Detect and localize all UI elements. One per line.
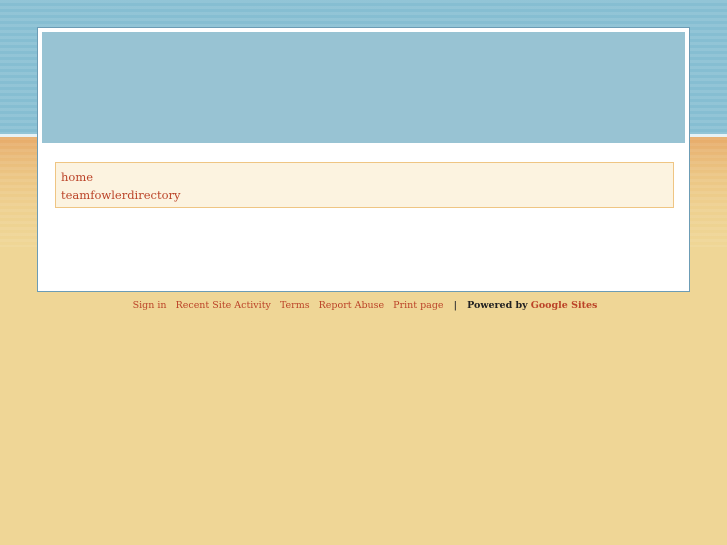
terms-link[interactable]: Terms	[280, 300, 310, 311]
nav-link-teamfowlerdirectory[interactable]: teamfowlerdirectory	[61, 186, 668, 204]
site-footer: Sign in Recent Site Activity Terms Repor…	[0, 299, 727, 313]
google-sites-link[interactable]: Google Sites	[531, 300, 598, 311]
powered-by-label: Powered by	[467, 300, 528, 311]
site-header	[42, 32, 685, 143]
print-page-link[interactable]: Print page	[393, 300, 443, 311]
site-container: home teamfowlerdirectory	[37, 27, 690, 292]
nav-link-home[interactable]: home	[61, 168, 668, 186]
sign-in-link[interactable]: Sign in	[133, 300, 167, 311]
footer-separator: |	[453, 300, 458, 311]
recent-site-activity-link[interactable]: Recent Site Activity	[176, 300, 271, 311]
sidebar-navigation: home teamfowlerdirectory	[55, 162, 674, 208]
report-abuse-link[interactable]: Report Abuse	[319, 300, 385, 311]
